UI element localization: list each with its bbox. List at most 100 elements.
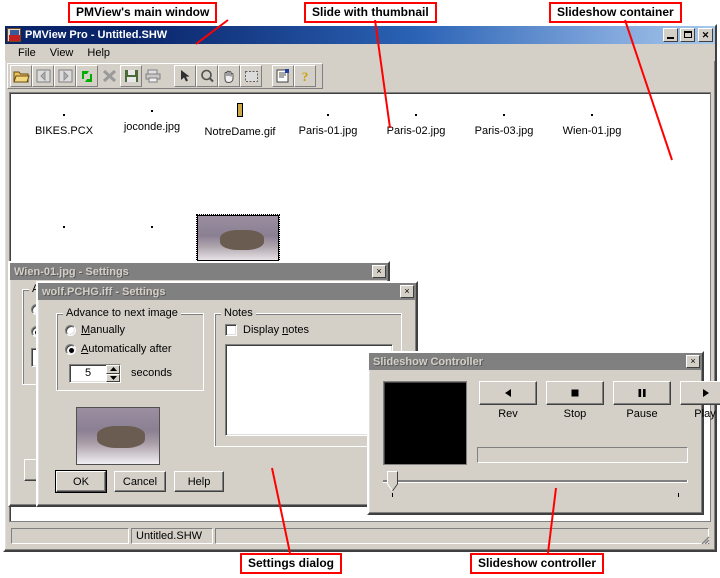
radio-manually-label: Manually: [81, 324, 126, 336]
minimize-button[interactable]: [663, 28, 678, 42]
radio-auto-rest: utomatically after: [88, 343, 172, 355]
svg-text:?: ?: [302, 69, 309, 83]
pause-label: Pause: [626, 408, 658, 420]
zoom-icon[interactable]: [196, 65, 218, 87]
menu-item-view[interactable]: View: [43, 46, 81, 60]
status-panel-left: [11, 528, 129, 544]
pause-icon: [638, 389, 646, 397]
slide-notredame[interactable]: NotreDame.gif: [196, 103, 284, 138]
close-icon[interactable]: ×: [372, 265, 386, 278]
play-label: Play: [694, 408, 716, 420]
slide-danube[interactable]: [108, 219, 196, 231]
radio-automatically-label: Automatically after: [81, 343, 172, 355]
resize-grip-icon[interactable]: [698, 533, 710, 545]
slideshow-controller-titlebar[interactable]: Slideshow Controller ×: [369, 353, 702, 370]
slider-ticks: [383, 493, 688, 498]
slide-caption: Wien-01.jpg: [562, 125, 622, 137]
main-menubar: File View Help: [5, 44, 715, 61]
settings-dialog-wien-titlebar[interactable]: Wien-01.jpg - Settings ×: [10, 263, 388, 280]
menu-item-help[interactable]: Help: [80, 46, 117, 60]
main-window-title: PMView Pro - Untitled.SHW: [25, 29, 168, 41]
slide-caption: Paris-03.jpg: [474, 125, 534, 137]
play-button[interactable]: [680, 381, 720, 405]
slider-thumb[interactable]: [387, 471, 398, 492]
pan-hand-icon[interactable]: [218, 65, 240, 87]
refresh-icon[interactable]: [76, 65, 98, 87]
thumbnail-image: [591, 114, 593, 116]
cancel-button[interactable]: Cancel: [114, 471, 166, 492]
radio-dot: [65, 343, 76, 355]
thumbnail-image: [415, 114, 417, 116]
slide-wien-01[interactable]: Wien-01.jpg: [548, 107, 636, 137]
slide-office[interactable]: [20, 219, 108, 231]
open-folder-icon[interactable]: [10, 65, 32, 87]
slide-caption: BIKES.PCX: [34, 125, 94, 137]
rev-label: Rev: [498, 408, 518, 420]
help-icon[interactable]: ?: [294, 65, 316, 87]
status-panel-right: [215, 528, 709, 544]
radio-manually[interactable]: Manually: [65, 324, 125, 336]
slide-paris-01[interactable]: Paris-01.jpg: [284, 107, 372, 137]
select-region-icon[interactable]: [240, 65, 262, 87]
spinner-down-icon[interactable]: [106, 373, 120, 382]
slide-caption: Paris-02.jpg: [386, 125, 446, 137]
print-icon[interactable]: [142, 65, 164, 87]
ann-settings-dialog: Settings dialog: [240, 553, 343, 574]
radio-automatically[interactable]: Automatically after: [65, 343, 172, 355]
delete-icon[interactable]: [98, 65, 120, 87]
slide-bikes[interactable]: BIKES.PCX: [20, 107, 108, 137]
save-icon[interactable]: [120, 65, 142, 87]
slideshow-position-slider[interactable]: [383, 471, 688, 499]
next-icon[interactable]: [54, 65, 76, 87]
checkbox-box: [225, 324, 237, 336]
main-titlebar[interactable]: PMView Pro - Untitled.SHW ✕: [5, 26, 715, 44]
slider-rail: [383, 480, 688, 483]
maximize-button[interactable]: [680, 28, 695, 42]
slide-paris-02[interactable]: Paris-02.jpg: [372, 107, 460, 137]
slideshow-controller-title: Slideshow Controller: [373, 355, 484, 368]
window-buttons: ✕: [663, 28, 713, 42]
slide-joconde[interactable]: joconde.jpg: [108, 103, 196, 133]
thumbnail-image: [327, 114, 329, 116]
play-icon: [703, 389, 709, 397]
settings-dialog-wien-title: Wien-01.jpg - Settings: [14, 265, 129, 278]
main-statusbar: Untitled.SHW: [9, 526, 711, 546]
slideshow-progress-bar: [477, 447, 688, 463]
ann-slide-thumbnail: Slide with thumbnail: [304, 2, 437, 23]
properties-icon[interactable]: [272, 65, 294, 87]
help-button[interactable]: Help: [174, 471, 224, 492]
radio-dot: [65, 324, 76, 336]
main-toolbar: ?: [7, 63, 323, 89]
close-icon[interactable]: ×: [400, 285, 414, 298]
ann-slideshow-container: Slideshow container: [549, 2, 682, 23]
status-panel-filename: Untitled.SHW: [131, 528, 213, 544]
slideshow-controller-window: Slideshow Controller × Rev Stop Pause Pl…: [367, 351, 720, 515]
settings-dialog-wolf-titlebar[interactable]: wolf.PCHG.iff - Settings ×: [38, 283, 416, 300]
slide-paris-03[interactable]: Paris-03.jpg: [460, 107, 548, 137]
display-notes-label: Display notes: [243, 324, 310, 336]
spinner-buttons: [106, 365, 120, 382]
slide-wolf[interactable]: [194, 214, 282, 264]
spinner-up-icon[interactable]: [106, 365, 120, 374]
menu-item-file[interactable]: File: [11, 46, 43, 60]
ok-button[interactable]: OK: [55, 470, 107, 493]
thumbnail-image: [196, 214, 280, 262]
display-notes-checkbox[interactable]: Display notes: [225, 324, 309, 336]
settings-dialog-wolf-title: wolf.PCHG.iff - Settings: [42, 285, 166, 298]
pointer-icon[interactable]: [174, 65, 196, 87]
advance-group: Advance to next image Manually Automatic…: [56, 307, 204, 391]
slideshow-preview: [383, 381, 467, 465]
rev-button[interactable]: [479, 381, 537, 405]
thumbnail-image: [151, 110, 153, 112]
close-button[interactable]: ✕: [698, 28, 713, 42]
radio-manually-rest: anually: [90, 324, 126, 336]
stop-button[interactable]: [546, 381, 604, 405]
close-icon[interactable]: ×: [686, 355, 700, 368]
seconds-spinner[interactable]: 5: [69, 364, 121, 383]
rev-icon: [505, 389, 511, 397]
thumbnail-image: [237, 103, 243, 117]
pmview-app-icon: [7, 28, 21, 42]
pause-button[interactable]: [613, 381, 671, 405]
slide-caption: joconde.jpg: [123, 121, 181, 133]
previous-icon[interactable]: [32, 65, 54, 87]
